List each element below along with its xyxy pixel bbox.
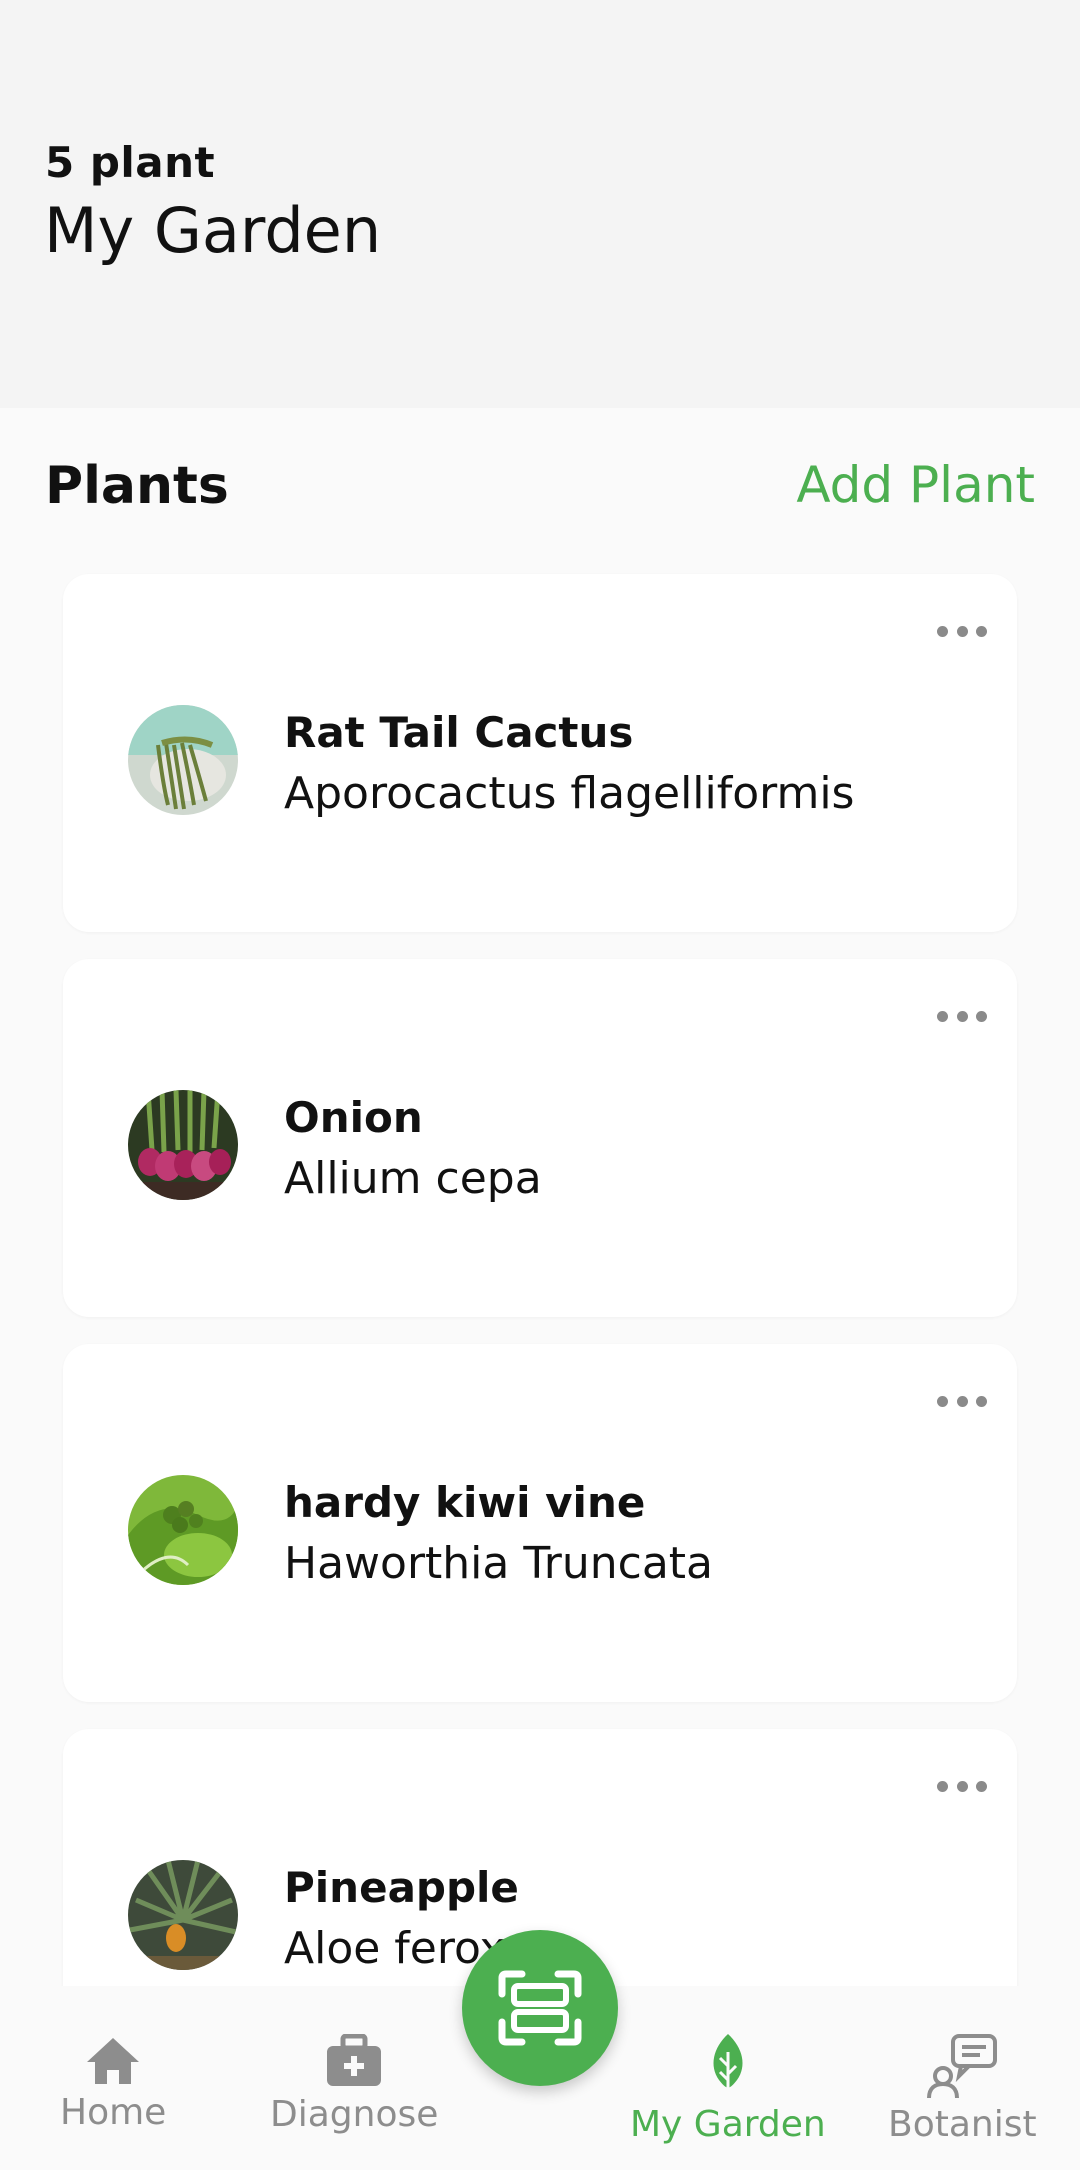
- plant-name: Onion: [284, 1093, 423, 1142]
- chat-person-icon: [927, 2034, 998, 2098]
- plant-scientific-name: Allium cepa: [284, 1153, 542, 1204]
- home-icon: [87, 2038, 140, 2084]
- scan-button[interactable]: [462, 1930, 618, 2086]
- plant-name: hardy kiwi vine: [284, 1478, 646, 1527]
- nav-botanist[interactable]: Botanist: [888, 2032, 1037, 2145]
- plant-name: Rat Tail Cactus: [284, 708, 634, 757]
- more-horizontal-icon[interactable]: [937, 1386, 987, 1416]
- more-horizontal-icon[interactable]: [937, 616, 987, 646]
- nav-home-label: Home: [60, 2092, 167, 2133]
- plant-scientific-name: Aporocactus flagelliformis: [284, 768, 855, 819]
- plant-card[interactable]: Rat Tail Cactus Aporocactus flagelliform…: [63, 574, 1017, 932]
- plant-avatar: [128, 1090, 238, 1200]
- header: 5 plant My Garden: [0, 0, 1080, 408]
- nav-my-garden[interactable]: My Garden: [630, 2032, 826, 2145]
- nav-botanist-label: Botanist: [888, 2104, 1037, 2145]
- plant-card[interactable]: hardy kiwi vine Haworthia Truncata: [63, 1344, 1017, 1702]
- plant-avatar: [128, 1475, 238, 1585]
- nav-diagnose[interactable]: Diagnose: [270, 2034, 438, 2135]
- plant-scientific-name: Aloe ferox: [284, 1923, 506, 1974]
- more-horizontal-icon[interactable]: [937, 1001, 987, 1031]
- more-horizontal-icon[interactable]: [937, 1771, 987, 1801]
- leaf-icon: [713, 2034, 743, 2096]
- plant-scientific-name: Haworthia Truncata: [284, 1538, 713, 1589]
- plant-avatar: [128, 1860, 238, 1970]
- scan-icon: [498, 1970, 582, 2046]
- plant-card[interactable]: Onion Allium cepa: [63, 959, 1017, 1317]
- nav-my-garden-label: My Garden: [630, 2104, 826, 2145]
- add-plant-button[interactable]: Add Plant: [796, 456, 1035, 514]
- nav-diagnose-label: Diagnose: [270, 2094, 439, 2135]
- first-aid-kit-icon: [327, 2034, 382, 2086]
- plant-count: 5 plant: [45, 138, 216, 187]
- nav-home[interactable]: Home: [60, 2036, 166, 2133]
- plant-avatar: [128, 705, 238, 815]
- page-title: My Garden: [44, 194, 382, 267]
- section-title: Plants: [45, 456, 229, 516]
- plant-name: Pineapple: [284, 1863, 519, 1912]
